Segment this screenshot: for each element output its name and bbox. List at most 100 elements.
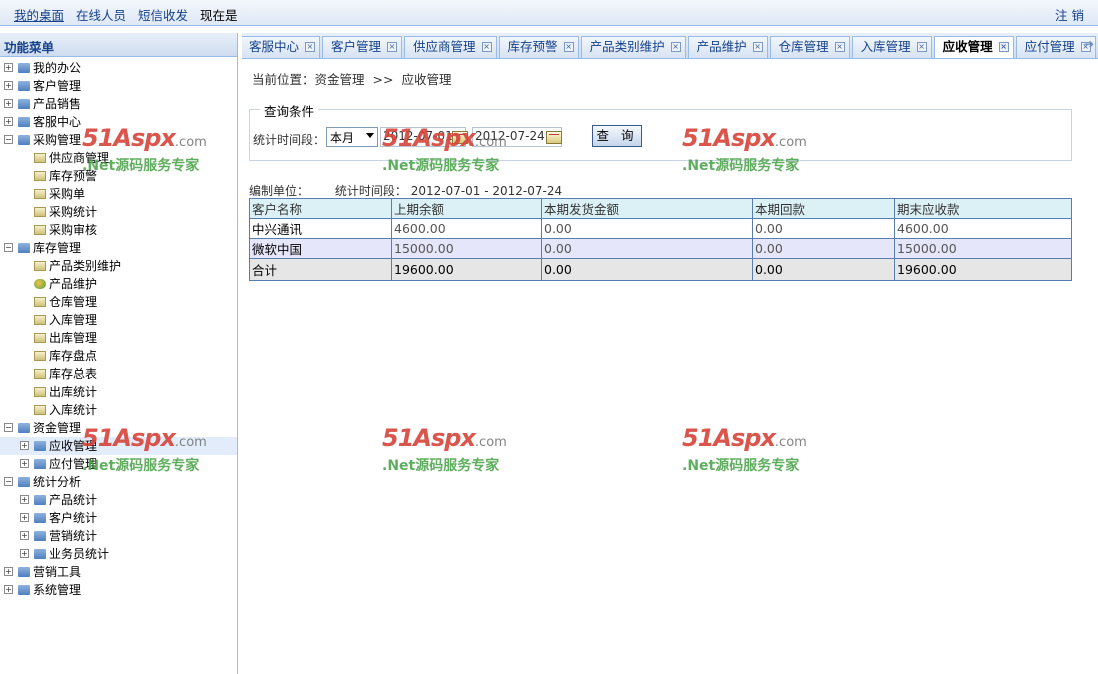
sidebar-item[interactable]: + 营销工具 bbox=[0, 563, 237, 581]
tab[interactable]: 客服中心 × bbox=[242, 36, 321, 58]
sidebar-item[interactable]: 仓库管理 bbox=[0, 293, 237, 311]
sidebar: 功能菜单 + 我的办公 + 客户管理 + 产品销售 + 客服中心 − 采购管理 供应商管理库存预警采… bbox=[0, 33, 238, 674]
tab-label: 应收管理 bbox=[942, 39, 993, 54]
sidebar-item[interactable]: + 应付管理 bbox=[0, 455, 237, 473]
col-header: 期末应收款 bbox=[894, 198, 1072, 219]
collapse-icon[interactable]: − bbox=[4, 135, 13, 144]
close-icon[interactable]: × bbox=[563, 42, 574, 52]
tab[interactable]: 客户管理 × bbox=[322, 36, 403, 58]
tab[interactable]: 入库管理 × bbox=[851, 36, 932, 58]
product-icon bbox=[34, 279, 46, 289]
sidebar-item[interactable]: + 营销统计 bbox=[0, 527, 237, 545]
expand-icon[interactable]: + bbox=[20, 513, 29, 522]
sidebar-item[interactable]: + 业务员统计 bbox=[0, 545, 237, 563]
nav-sms[interactable]: 短信收发 bbox=[138, 5, 188, 24]
sidebar-item[interactable]: + 应收管理 bbox=[0, 437, 237, 455]
sidebar-item[interactable]: 产品类别维护 bbox=[0, 257, 237, 275]
collapse-icon[interactable]: − bbox=[4, 243, 13, 252]
collapse-icon[interactable]: − bbox=[4, 423, 13, 432]
sidebar-item[interactable]: − 采购管理 bbox=[0, 131, 237, 149]
expand-icon[interactable]: + bbox=[4, 585, 13, 594]
menu-tree: + 我的办公 + 客户管理 + 产品销售 + 客服中心 − 采购管理 供应商管理库存预警采购单 采购统… bbox=[0, 57, 237, 599]
close-icon[interactable]: × bbox=[834, 42, 845, 52]
sidebar-item[interactable]: + 我的办公 bbox=[0, 59, 237, 77]
sidebar-item-label: 营销统计 bbox=[49, 529, 98, 543]
period-select-value: 本月 bbox=[330, 131, 355, 145]
close-icon[interactable]: × bbox=[670, 42, 681, 52]
logout-link[interactable]: 注 销 bbox=[1055, 5, 1084, 24]
date-to-value: 2012-07-24 bbox=[475, 129, 545, 143]
sidebar-item-label: 应付管理 bbox=[49, 457, 98, 471]
tab-label: 产品类别维护 bbox=[589, 39, 665, 54]
page-icon bbox=[34, 387, 46, 397]
tab[interactable]: 应收管理 × bbox=[933, 36, 1014, 58]
sidebar-item[interactable]: 供应商管理 bbox=[0, 149, 237, 167]
col-header: 本期发货金额 bbox=[541, 198, 753, 219]
expand-icon[interactable]: + bbox=[20, 549, 29, 558]
sidebar-item[interactable]: 采购统计 bbox=[0, 203, 237, 221]
close-icon[interactable]: × bbox=[752, 42, 763, 52]
sidebar-item[interactable]: + 系统管理 bbox=[0, 581, 237, 599]
close-icon[interactable]: × bbox=[305, 42, 316, 52]
sidebar-item-label: 客户统计 bbox=[49, 511, 98, 525]
expand-icon[interactable]: + bbox=[4, 81, 13, 90]
nav-online-users[interactable]: 在线人员 bbox=[76, 5, 126, 24]
sidebar-item[interactable]: 库存总表 bbox=[0, 365, 237, 383]
tab[interactable]: 产品类别维护 × bbox=[580, 36, 686, 58]
close-icon[interactable]: × bbox=[387, 42, 398, 52]
tab[interactable]: 库存预警 × bbox=[498, 36, 579, 58]
breadcrumb-separator: >> bbox=[372, 72, 394, 87]
sidebar-item[interactable]: + 产品统计 bbox=[0, 491, 237, 509]
calendar-icon[interactable] bbox=[452, 131, 468, 144]
expand-icon[interactable]: + bbox=[4, 117, 13, 126]
close-icon[interactable]: × bbox=[481, 42, 492, 52]
folder-icon bbox=[18, 585, 30, 595]
expand-icon[interactable]: + bbox=[20, 441, 29, 450]
sidebar-item[interactable]: 出库统计 bbox=[0, 383, 237, 401]
expand-icon[interactable]: + bbox=[4, 63, 13, 72]
sidebar-item[interactable]: + 产品销售 bbox=[0, 95, 237, 113]
cell-total-ending: 19600.00 bbox=[894, 258, 1072, 281]
sidebar-item[interactable]: + 客户统计 bbox=[0, 509, 237, 527]
sidebar-item[interactable]: 库存盘点 bbox=[0, 347, 237, 365]
tab[interactable]: 供应商管理 × bbox=[404, 36, 497, 58]
sidebar-item[interactable]: 入库统计 bbox=[0, 401, 237, 419]
expand-icon[interactable]: + bbox=[4, 567, 13, 576]
tab[interactable]: 仓库管理 × bbox=[769, 36, 850, 58]
expand-icon[interactable]: + bbox=[4, 99, 13, 108]
sidebar-item[interactable]: + 客户管理 bbox=[0, 77, 237, 95]
expand-icon[interactable]: + bbox=[20, 531, 29, 540]
expand-icon[interactable]: + bbox=[20, 459, 29, 468]
col-header: 本期回款 bbox=[752, 198, 895, 219]
close-icon[interactable]: × bbox=[998, 42, 1009, 52]
nav-my-desktop[interactable]: 我的桌面 bbox=[14, 5, 64, 24]
sidebar-item[interactable]: 产品维护 bbox=[0, 275, 237, 293]
sidebar-item[interactable]: + 客服中心 bbox=[0, 113, 237, 131]
sidebar-item[interactable]: − 库存管理 bbox=[0, 239, 237, 257]
page-icon bbox=[34, 297, 46, 307]
expand-icon[interactable]: + bbox=[20, 495, 29, 504]
calendar-icon[interactable] bbox=[546, 131, 562, 144]
folder-icon bbox=[18, 99, 30, 109]
sidebar-item-label: 入库统计 bbox=[49, 403, 98, 417]
sidebar-title: 功能菜单 bbox=[0, 33, 237, 57]
sidebar-item[interactable]: 入库管理 bbox=[0, 311, 237, 329]
breadcrumb: 当前位置：资金管理 >> 应收管理 bbox=[252, 69, 451, 88]
folder-icon bbox=[34, 549, 46, 559]
sidebar-item[interactable]: 采购单 bbox=[0, 185, 237, 203]
sidebar-item[interactable]: 库存预警 bbox=[0, 167, 237, 185]
page-icon bbox=[34, 351, 46, 361]
sidebar-item[interactable]: 出库管理 bbox=[0, 329, 237, 347]
cell-ending-receivable: 4600.00 bbox=[894, 218, 1072, 239]
sidebar-item-label: 库存预警 bbox=[49, 169, 98, 183]
sidebar-item[interactable]: − 资金管理 bbox=[0, 419, 237, 437]
close-icon[interactable]: × bbox=[916, 42, 927, 52]
period-select[interactable]: 本月 bbox=[326, 127, 378, 147]
query-button[interactable]: 查 询 bbox=[592, 125, 642, 147]
collapse-icon[interactable]: − bbox=[4, 477, 13, 486]
tab-scroll-right-icon[interactable]: ➔ bbox=[1082, 37, 1096, 55]
sidebar-item[interactable]: 采购审核 bbox=[0, 221, 237, 239]
sidebar-item[interactable]: − 统计分析 bbox=[0, 473, 237, 491]
tab[interactable]: 产品维护 × bbox=[687, 36, 768, 58]
breadcrumb-current: 应收管理 bbox=[401, 72, 452, 87]
